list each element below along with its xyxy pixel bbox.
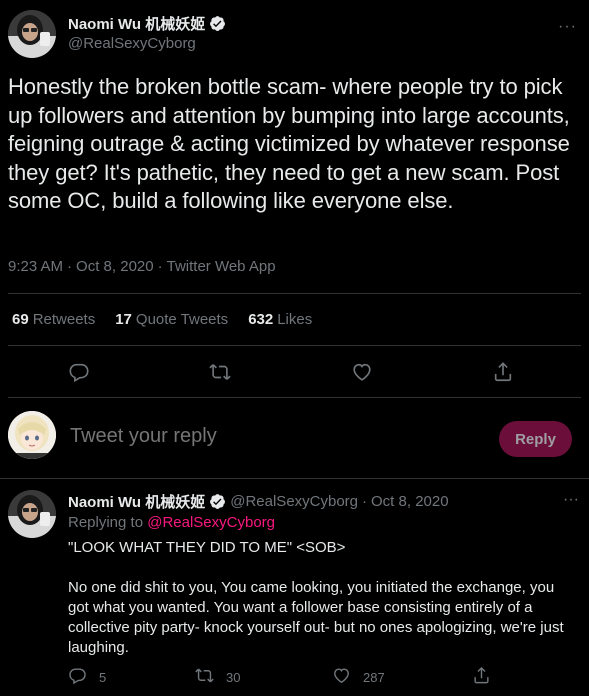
reply-count: 5	[99, 669, 107, 685]
meta-separator: ·	[362, 493, 368, 510]
reply-input[interactable]	[70, 425, 450, 448]
tweet-date[interactable]: Oct 8, 2020	[371, 493, 449, 510]
replying-to: Replying to @RealSexyCyborg	[68, 514, 275, 531]
reply-action[interactable]: 5	[68, 666, 106, 688]
like-count: 287	[363, 669, 385, 685]
reply-header: Naomi Wu 机械妖姬 @RealSexyCyborg · Oct 8, 2…	[68, 491, 449, 512]
user-avatar[interactable]	[8, 411, 56, 459]
reply-tweet: Naomi Wu 机械妖姬 @RealSexyCyborg · Oct 8, 2…	[0, 479, 589, 696]
name-row: Naomi Wu 机械妖姬	[68, 13, 226, 34]
reply-composer: Reply	[0, 405, 589, 471]
tweet-time[interactable]: 9:23 AM	[8, 258, 63, 275]
avatar[interactable]	[8, 10, 56, 58]
retweet-action[interactable]: 30	[195, 666, 240, 688]
tweet-actions	[0, 355, 589, 389]
like-icon[interactable]	[349, 359, 375, 385]
reply-icon	[68, 666, 87, 688]
avatar[interactable]	[8, 490, 56, 538]
reply-text: "LOOK WHAT THEY DID TO ME" <SOB> No one …	[68, 538, 573, 678]
verified-icon	[209, 15, 226, 32]
more-options-icon[interactable]: ···	[558, 18, 577, 36]
tweet-stats: 69 Retweets 17 Quote Tweets 632 Likes	[12, 311, 312, 328]
retweets-count: 69	[12, 311, 29, 328]
reply-text-paragraph: No one did shit to you, You came looking…	[68, 579, 564, 656]
replying-to-link[interactable]: @RealSexyCyborg	[147, 514, 275, 531]
retweets-label: Retweets	[32, 311, 96, 328]
divider	[8, 345, 581, 346]
replying-prefix: Replying to	[68, 514, 144, 531]
more-options-icon[interactable]: ···	[563, 491, 579, 509]
tweet-meta: 9:23 AM · Oct 8, 2020 · Twitter Web App	[8, 258, 276, 275]
quotes-label: Quote Tweets	[135, 311, 229, 328]
quotes-stat[interactable]: 17 Quote Tweets	[115, 311, 228, 328]
handle[interactable]: @RealSexyCyborg	[68, 35, 196, 52]
like-icon	[332, 666, 351, 688]
reply-text-line: "LOOK WHAT THEY DID TO ME" <SOB>	[68, 539, 346, 556]
likes-stat[interactable]: 632 Likes	[248, 311, 312, 328]
meta-separator: ·	[67, 258, 73, 275]
reply-icon[interactable]	[66, 359, 92, 385]
likes-label: Likes	[277, 311, 313, 328]
display-name[interactable]: Naomi Wu 机械妖姬	[68, 491, 205, 512]
retweet-icon[interactable]	[207, 359, 233, 385]
tweet-text: Honestly the broken bottle scam- where p…	[8, 74, 570, 213]
display-name[interactable]: Naomi Wu 机械妖姬	[68, 13, 205, 34]
tweet-source[interactable]: Twitter Web App	[167, 258, 276, 275]
tweet-header: Naomi Wu 机械妖姬 @RealSexyCyborg ···	[8, 10, 581, 60]
reply-actions: 5 30 287	[68, 666, 573, 688]
like-action[interactable]: 287	[332, 666, 385, 688]
reply-button-label: Reply	[515, 430, 556, 448]
share-action[interactable]	[472, 666, 491, 688]
verified-icon	[209, 493, 226, 510]
share-icon[interactable]	[490, 359, 516, 385]
handle[interactable]: @RealSexyCyborg	[230, 493, 358, 510]
retweet-count: 30	[226, 669, 241, 685]
likes-count: 632	[248, 311, 274, 328]
tweet-date[interactable]: Oct 8, 2020	[76, 258, 154, 275]
retweets-stat[interactable]: 69 Retweets	[12, 311, 95, 328]
divider	[8, 397, 581, 398]
quotes-count: 17	[115, 311, 132, 328]
meta-separator: ·	[157, 258, 163, 275]
reply-button[interactable]: Reply	[499, 421, 572, 457]
divider	[8, 293, 581, 294]
retweet-icon	[195, 666, 214, 688]
share-icon	[472, 666, 491, 688]
